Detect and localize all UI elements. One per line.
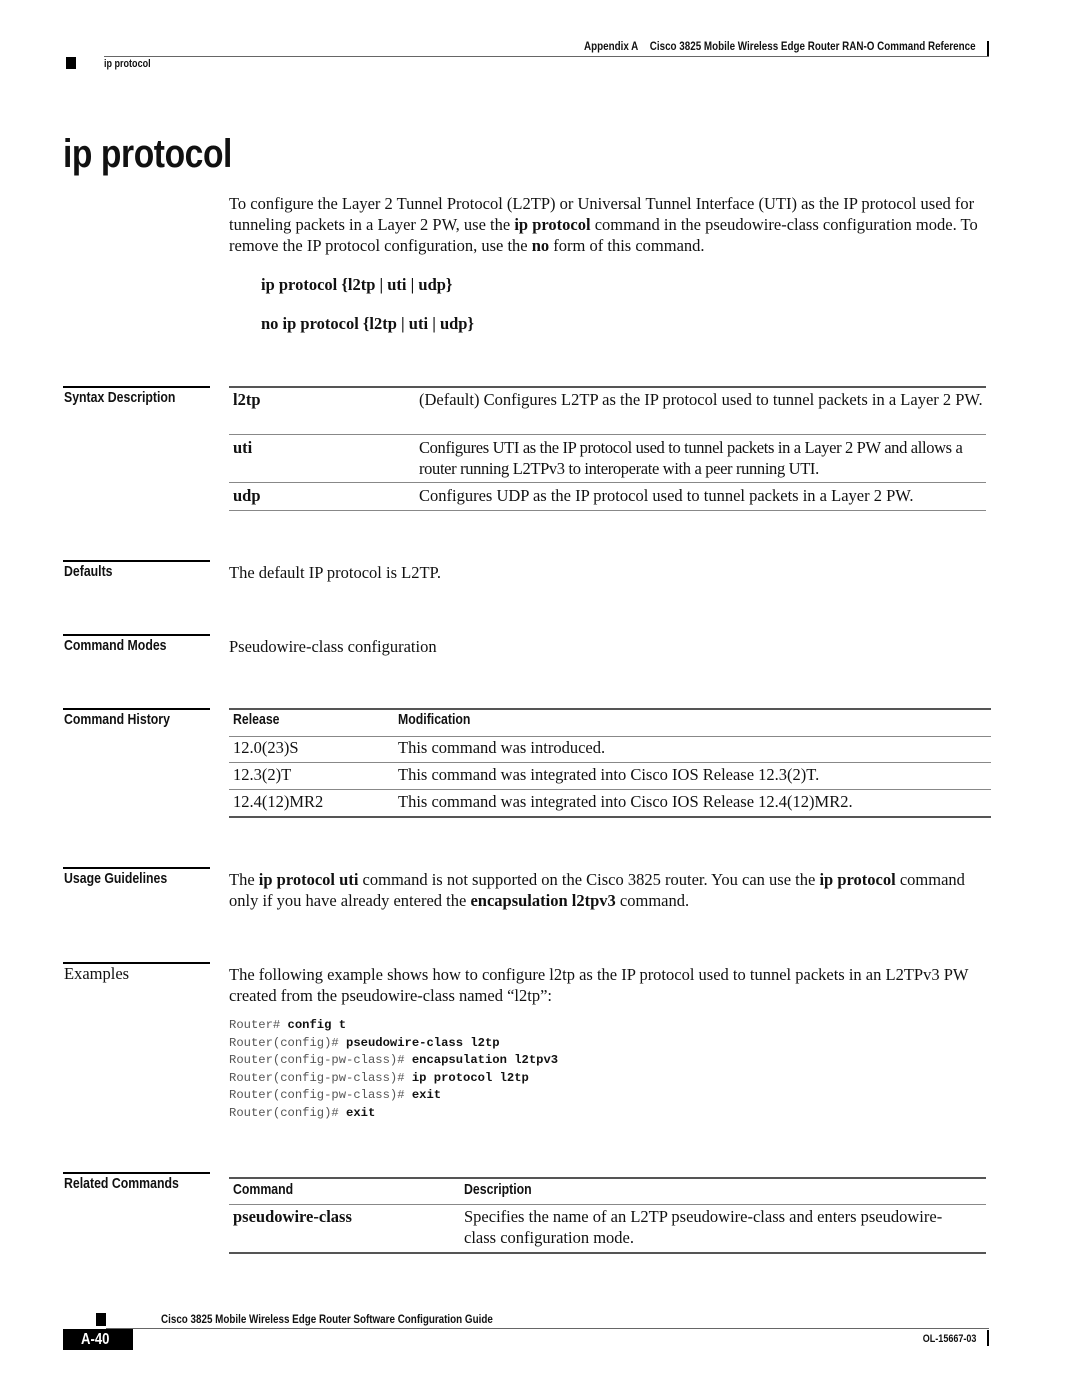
header-bar-mark [987,41,989,56]
history-modification: This command was introduced. [398,738,606,757]
command-history-label: Command History [64,711,170,728]
page-title: ip protocol [63,132,232,176]
footer-doc-number: OL-15667-03 [922,1333,976,1345]
footer-guide-title: Cisco 3825 Mobile Wireless Edge Router S… [161,1312,493,1326]
syntax-keyword-description: (Default) Configures L2TP as the IP prot… [419,390,983,409]
running-header-section: ip protocol [104,58,151,70]
table-rule [229,482,986,483]
history-release: 12.4(12)MR2 [233,792,324,811]
section-rule [63,634,210,636]
code-line: Router(config-pw-class)# ip protocol l2t… [229,1071,529,1085]
code-line: Router# config t [229,1018,346,1032]
section-rule [63,867,210,869]
history-modification: This command was integrated into Cisco I… [398,792,853,811]
column-header-description: Description [464,1181,532,1198]
history-release: 12.0(23)S [233,738,299,757]
related-commands-table: Command Description pseudowire-class Spe… [229,1177,986,1257]
defaults-text: The default IP protocol is L2TP. [229,563,442,582]
bold-term: ip protocol [514,215,591,234]
table-rule [229,1252,986,1254]
code-command: pseudowire-class l2tp [346,1035,500,1050]
syntax-line-no-form: no ip protocol {l2tp | uti | udp} [261,314,474,333]
running-header-appendix: Appendix A [584,39,639,53]
table-rule [229,510,986,511]
related-command-name: pseudowire-class [233,1207,352,1226]
code-command: encapsulation l2tpv3 [411,1053,559,1068]
code-command: ip protocol l2tp [411,1070,529,1085]
code-prompt: Router# [229,1018,288,1032]
syntax-keyword: l2tp [233,390,261,409]
syntax-keyword-description: Configures UTI as the IP protocol used t… [419,438,963,478]
footer-rule [106,1328,989,1329]
code-prompt: Router(config-pw-class)# [229,1088,412,1103]
table-rule [229,736,991,737]
page-number: A-40 [80,1331,110,1348]
header-rule [104,56,989,57]
code-command: exit [411,1088,442,1103]
table-rule [229,708,991,710]
footer-bar-mark [987,1330,989,1346]
column-header-modification: Modification [398,711,471,728]
table-rule [229,762,991,763]
table-rule [229,1204,986,1205]
column-header-release: Release [233,711,280,728]
text-run: The [229,870,259,889]
code-prompt: Router(config)# [229,1105,347,1120]
page-number-badge: A-40 [63,1329,133,1350]
code-line: Router(config-pw-class)# exit [229,1088,441,1102]
code-line: Router(config-pw-class)# encapsulation l… [229,1053,558,1067]
history-release: 12.3(2)T [233,765,292,784]
code-line: Router(config)# pseudowire-class l2tp [229,1036,500,1050]
defaults-label: Defaults [64,563,113,580]
footer-square-mark [96,1313,106,1326]
table-rule [229,789,991,790]
command-modes-label: Command Modes [64,637,167,654]
section-rule [63,708,210,710]
intro-paragraph: To configure the Layer 2 Tunnel Protocol… [229,193,991,256]
usage-guidelines-label: Usage Guidelines [64,870,168,887]
command-modes-text: Pseudowire-class configuration [229,637,437,656]
table-rule [229,386,986,388]
column-header-command: Command [233,1181,294,1198]
history-modification: This command was integrated into Cisco I… [398,765,820,784]
usage-guidelines-text: The ip protocol uti command is not suppo… [229,869,991,911]
syntax-line: ip protocol {l2tp | uti | udp} [261,275,453,294]
syntax-keyword-description: Configures UDP as the IP protocol used t… [419,486,914,505]
text-run: command is not supported on the Cisco 38… [358,870,820,889]
examples-text: The following example shows how to confi… [229,965,969,1005]
related-commands-label: Related Commands [64,1175,179,1192]
section-rule [63,560,210,562]
section-rule [63,386,210,388]
code-command: exit [346,1105,376,1120]
code-prompt: Router(config)# [229,1035,347,1050]
section-rule [63,1172,210,1174]
syntax-description-label: Syntax Description [64,389,176,406]
running-header: Appendix A Cisco 3825 Mobile Wireless Edg… [584,39,976,53]
bold-term: ip protocol [819,870,896,889]
text-run: form of this command. [549,236,705,255]
syntax-keyword: uti [233,438,253,457]
syntax-keyword: udp [233,486,261,505]
bold-term: no [531,236,550,255]
command-history-table: Release Modification 12.0(23)S This comm… [229,708,991,820]
syntax-description-table: l2tp (Default) Configures L2TP as the IP… [229,386,986,514]
code-command: config t [287,1018,347,1032]
code-line: Router(config)# exit [229,1106,375,1120]
table-rule [229,434,986,435]
bold-term: encapsulation l2tpv3 [470,891,616,910]
table-rule [229,816,991,818]
header-square-mark [66,57,76,69]
code-prompt: Router(config-pw-class)# [229,1053,412,1068]
related-command-description: Specifies the name of an L2TP pseudowire… [464,1207,943,1247]
examples-label: Examples [64,964,130,983]
bold-term: ip protocol uti [258,870,359,889]
code-prompt: Router(config-pw-class)# [229,1070,412,1085]
table-rule [229,1177,986,1179]
example-code-block: Router# config t Router(config)# pseudow… [229,1017,558,1123]
running-header-book-title: Cisco 3825 Mobile Wireless Edge Router R… [650,39,976,53]
text-run: command. [615,891,690,910]
